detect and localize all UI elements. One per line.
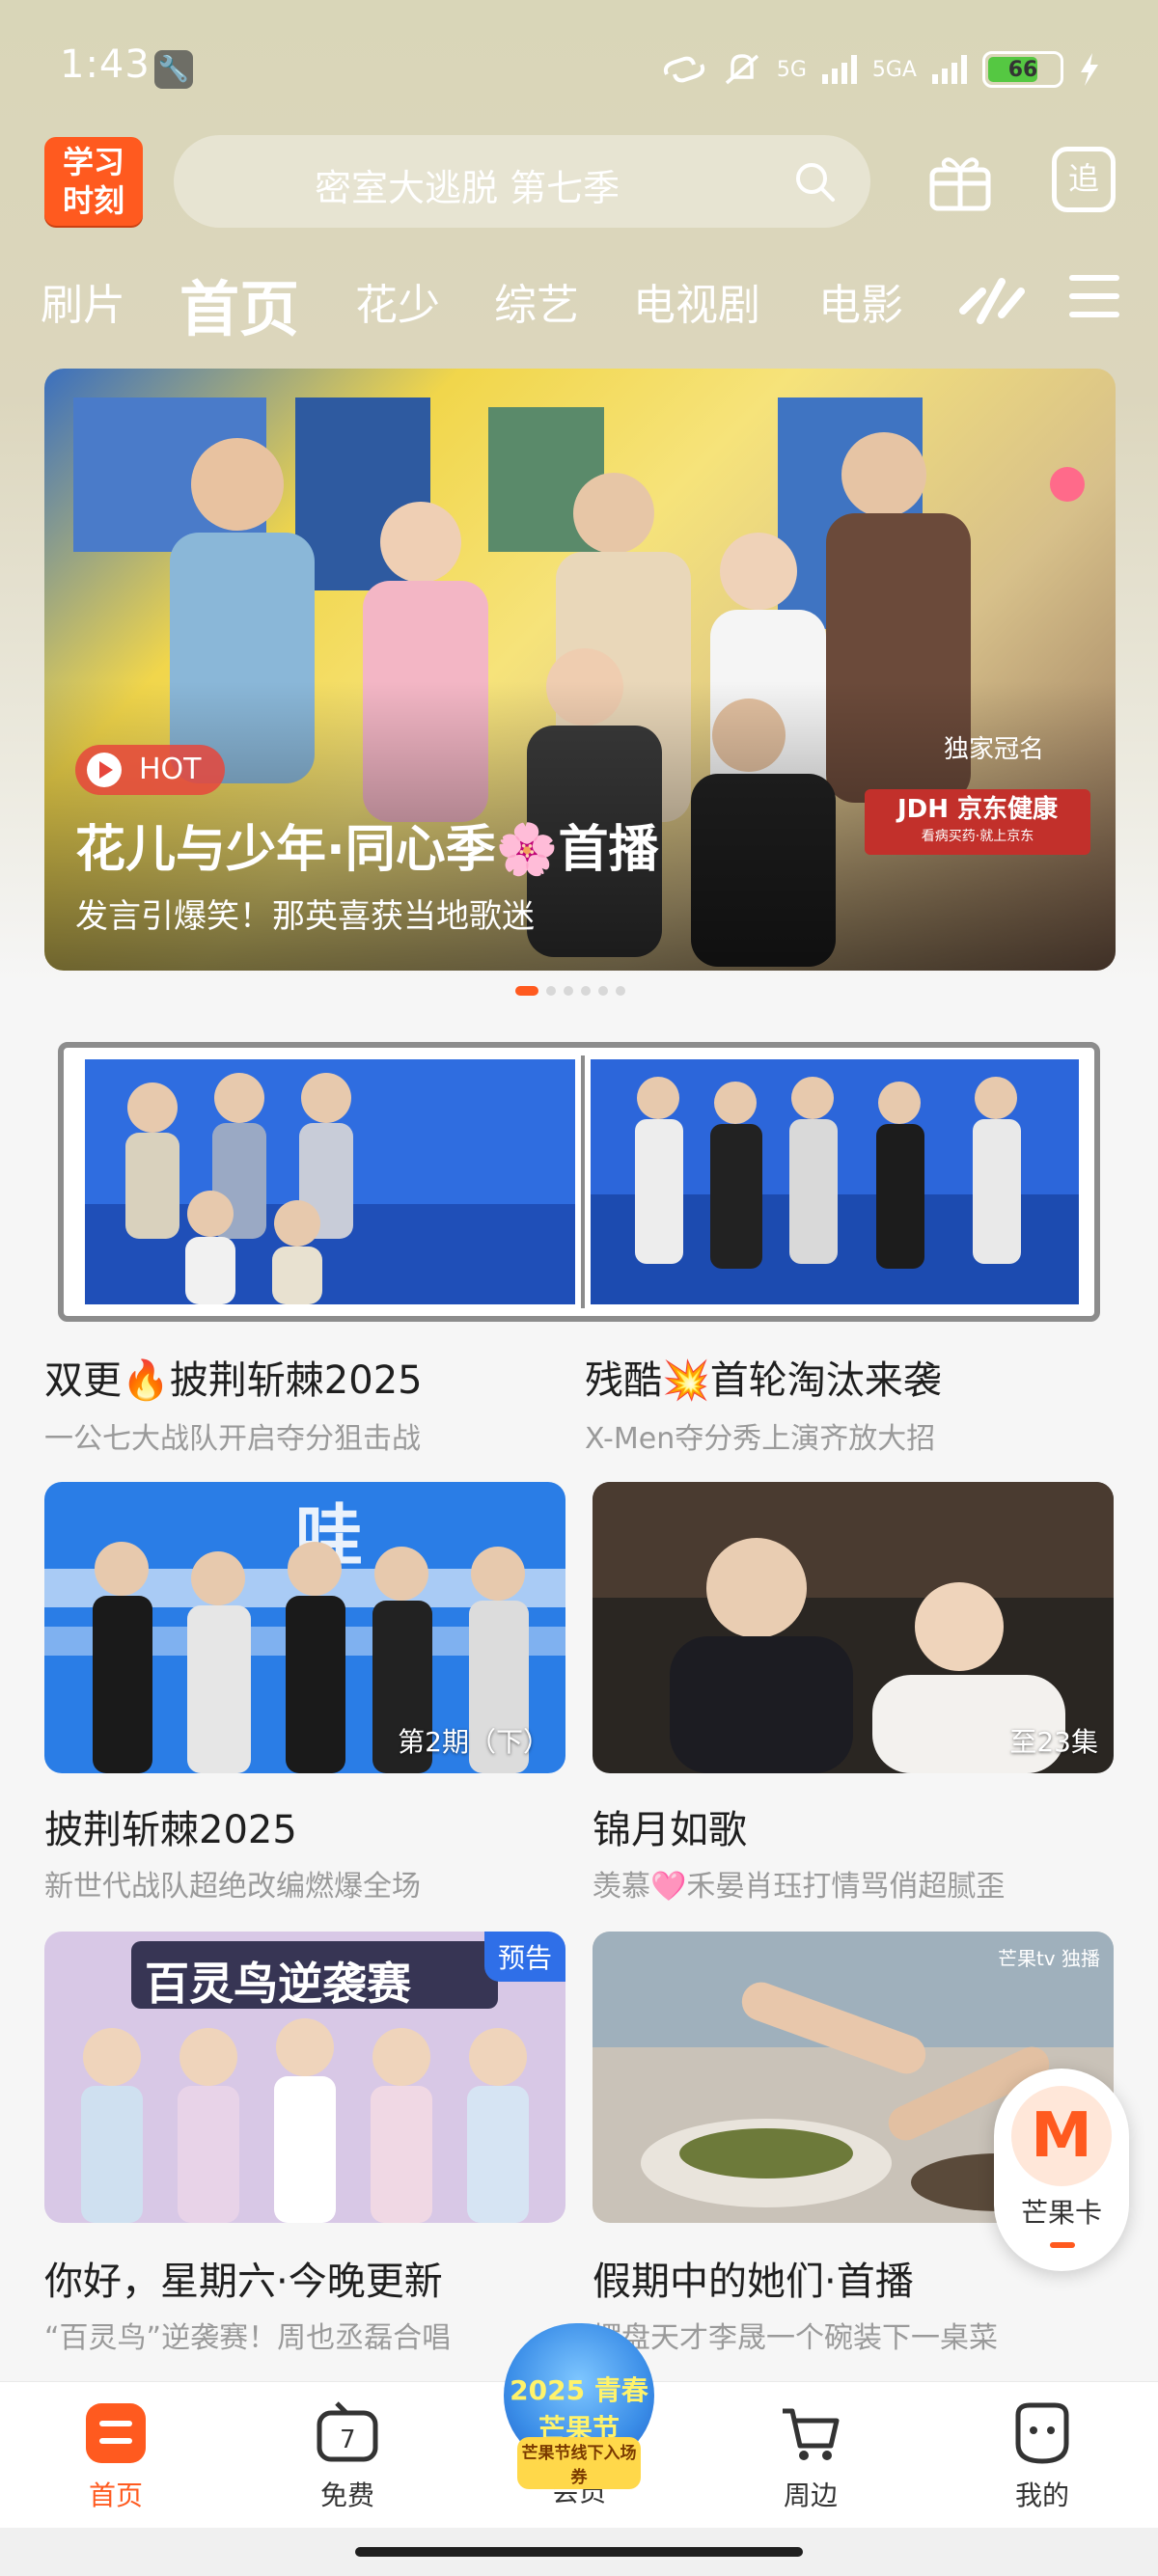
banner-dot[interactable] [616, 986, 625, 996]
banner-title: 花儿与少年·同心季🌸首播 [75, 821, 659, 879]
card-image-2 [591, 1059, 1079, 1304]
card-subtitle-3: 新世代战队超绝改编燃爆全场 [44, 1870, 421, 1904]
hot-badge-label: HOT [139, 753, 202, 786]
double-update-card[interactable] [58, 1042, 1100, 1322]
card-subtitle-6: 摆盘天才李晟一个碗装下一桌菜 [593, 2321, 998, 2355]
poster-text-5: 百灵鸟逆袭赛 [145, 1958, 411, 2010]
card-title-4[interactable]: 锦月如歌 [593, 1798, 747, 1854]
search-placeholder[interactable]: 密室大逃脱 第七季 [315, 158, 620, 211]
banner-subtitle: 发言引爆笑！那英喜获当地歌迷 [75, 897, 535, 936]
mute-icon [725, 54, 758, 85]
charging-icon [1081, 53, 1098, 86]
banner-pagination [515, 986, 625, 996]
card-title-1[interactable]: 双更🔥披荆斩棘2025 [44, 1349, 423, 1405]
profile-icon [1015, 2402, 1069, 2464]
mango-tv-watermark: 芒果tv 独播 [997, 1947, 1100, 1970]
card-subtitle-4: 羡慕🩷禾晏肖珏打情骂俏超腻歪 [593, 1870, 1006, 1904]
tab-shuapian[interactable]: 刷片 [41, 270, 125, 332]
nav-nearby[interactable]: 周边 [743, 2401, 878, 2513]
network-label-1: 5G [776, 57, 807, 82]
episode-label-4: 至23集 [1009, 1726, 1098, 1758]
nav-nearby-label: 周边 [783, 2480, 838, 2511]
network-label-2: 5GA [871, 57, 917, 82]
svg-text:7: 7 [340, 2425, 356, 2454]
cart-icon [783, 2408, 840, 2460]
tab-icon-partial[interactable] [953, 272, 1034, 330]
card-image-1 [85, 1059, 575, 1304]
banner-dot[interactable] [598, 986, 608, 996]
banner-dot[interactable] [546, 986, 556, 996]
preview-badge: 预告 [483, 1932, 565, 1982]
banner-dot[interactable] [515, 986, 538, 996]
sponsor-tagline: 看病买药·就上京东 [921, 829, 1034, 844]
search-icon[interactable] [793, 160, 836, 203]
card-thumb-5[interactable]: 百灵鸟逆袭赛 预告 [44, 1932, 565, 2223]
card-title-6[interactable]: 假期中的她们·首播 [593, 2250, 914, 2306]
nav-home[interactable]: 首页 [48, 2401, 183, 2513]
mango-logo-icon: M [1011, 2086, 1112, 2186]
category-tabs: 刷片 首页 花少 综艺 电视剧 电影 [0, 260, 1158, 344]
logo-line-1: 学习 [62, 144, 124, 180]
signal-bars-1-icon [821, 55, 857, 84]
battery-icon: 66 [982, 51, 1063, 88]
status-icons: 5G 5GA 66 [661, 50, 1100, 89]
banner-dot[interactable] [581, 986, 591, 996]
vip-festival-badge[interactable]: 2025 青春芒果节 芒果节线下入场券 [504, 2323, 654, 2489]
battery-level: 66 [1007, 57, 1038, 82]
nav-home-label: 首页 [88, 2480, 143, 2511]
card-title-3[interactable]: 披荆斩棘2025 [44, 1798, 297, 1854]
hero-banner[interactable]: HOT 花儿与少年·同心季🌸首播 发言引爆笑！那英喜获当地歌迷 独家冠名 JDH… [44, 369, 1116, 971]
signal-bars-2-icon [932, 55, 967, 84]
card-subtitle-2: X-Men夺分秀上演齐放大招 [585, 1422, 936, 1456]
vip-badge-title: 2025 青春芒果节 [510, 2374, 648, 2445]
nav-profile[interactable]: 我的 [975, 2401, 1110, 2513]
logo-line-2: 时刻 [62, 182, 124, 219]
play-icon [87, 753, 122, 787]
card-title-5[interactable]: 你好，星期六·今晚更新 [44, 2250, 443, 2306]
search-bar[interactable]: 密室大逃脱 第七季 [174, 135, 870, 228]
follow-icon[interactable]: 追 [1052, 147, 1116, 212]
tv-free-icon: 7 [317, 2401, 378, 2462]
tab-movies[interactable]: 电影 [818, 270, 903, 332]
card-subtitle-5: “百灵鸟”逆袭赛！周也丞磊合唱 [44, 2321, 452, 2355]
wrench-icon: 🔧 [154, 50, 193, 89]
nav-free[interactable]: 7 免费 [280, 2401, 415, 2513]
menu-icon[interactable] [1069, 275, 1119, 317]
tab-variety[interactable]: 综艺 [494, 270, 579, 332]
card-thumb-4[interactable]: 至23集 [593, 1482, 1114, 1773]
tab-tv-series[interactable]: 电视剧 [633, 270, 760, 332]
tab-home[interactable]: 首页 [179, 260, 299, 347]
home-indicator[interactable] [355, 2547, 803, 2557]
tab-huashao[interactable]: 花少 [355, 270, 440, 332]
sponsor-label: 独家冠名 [943, 735, 1044, 764]
card-divider [581, 1055, 585, 1308]
nav-free-label: 免费 [319, 2480, 374, 2511]
banner-dot[interactable] [564, 986, 573, 996]
mango-card-label: 芒果卡 [1020, 2197, 1102, 2229]
gift-icon[interactable] [926, 151, 994, 212]
card-title-2[interactable]: 残酷💥首轮淘汰来袭 [585, 1349, 942, 1405]
card-subtitle-1: 一公七大战队开启夺分狙击战 [44, 1422, 421, 1456]
mango-card-button[interactable]: M 芒果卡 [994, 2069, 1129, 2271]
nav-profile-label: 我的 [1014, 2480, 1069, 2511]
link-icon [663, 56, 704, 83]
vip-badge-ticket: 芒果节线下入场券 [517, 2437, 641, 2489]
episode-label-3: 第2期（下） [398, 1726, 550, 1758]
hot-badge: HOT [75, 745, 225, 795]
sponsor-name: JDH 京东健康 [896, 795, 1059, 824]
card-thumb-3[interactable]: 哇 第2期（下） [44, 1482, 565, 1773]
status-bar: 1:43 🔧 5G 5GA 66 [0, 0, 1158, 135]
sponsor-logo: JDH 京东健康 看病买药·就上京东 [865, 789, 1090, 855]
home-icon [86, 2403, 146, 2463]
mango-card-indicator [1050, 2242, 1075, 2248]
study-time-logo[interactable]: 学习 时刻 [44, 137, 143, 226]
status-time: 1:43 [60, 42, 151, 87]
